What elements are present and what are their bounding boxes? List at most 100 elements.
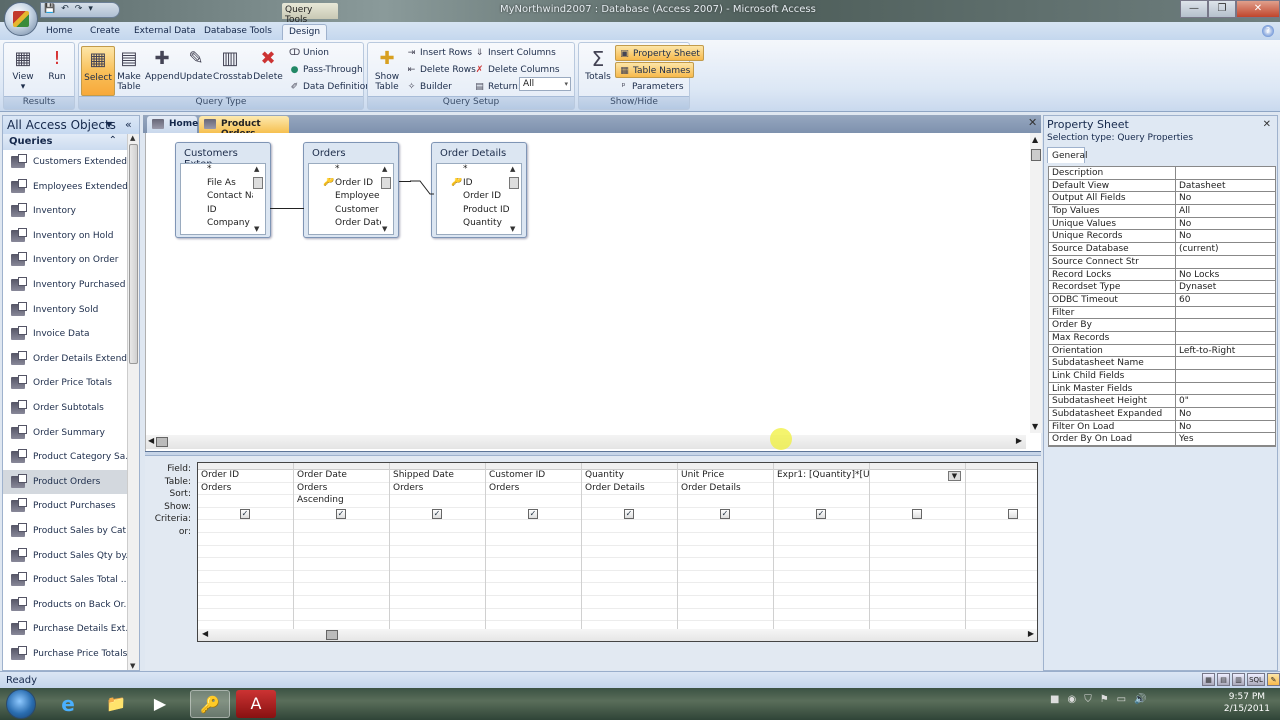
empty-cell[interactable]: [390, 596, 485, 609]
nav-item-query[interactable]: Inventory on Hold: [3, 224, 127, 249]
property-value[interactable]: Datasheet: [1176, 180, 1275, 192]
criteria-cell[interactable]: [486, 520, 581, 533]
scroll-down-icon[interactable]: ▼: [510, 225, 515, 233]
property-row[interactable]: Orientation Left-to-Right: [1049, 344, 1275, 358]
empty-cell[interactable]: [774, 558, 869, 571]
nav-item-query[interactable]: Employees Extended: [3, 175, 127, 200]
empty-cell[interactable]: [390, 583, 485, 596]
nav-item-query[interactable]: Product Sales Total ...: [3, 568, 127, 593]
make-table-button[interactable]: ▤ Make Table: [115, 46, 143, 96]
customize-qat-icon[interactable]: ▾: [88, 4, 93, 14]
property-row[interactable]: ODBC Timeout 60: [1049, 293, 1275, 307]
empty-cell[interactable]: [870, 571, 965, 584]
criteria-cell[interactable]: [582, 520, 677, 533]
dropdown-button[interactable]: ▼: [948, 471, 961, 481]
scroll-left-icon[interactable]: ◀: [202, 629, 208, 638]
scroll-thumb[interactable]: [129, 144, 138, 364]
show-checkbox[interactable]: ✓: [816, 508, 826, 519]
nav-item-query[interactable]: Products on Back Or...: [3, 593, 127, 618]
property-row[interactable]: Subdatasheet Name: [1049, 357, 1275, 370]
property-value[interactable]: 0": [1176, 395, 1275, 407]
scroll-up-icon[interactable]: ▲: [130, 134, 135, 142]
property-value[interactable]: No: [1176, 230, 1275, 242]
taskbar-internet-explorer-icon[interactable]: e: [48, 690, 88, 718]
empty-cell[interactable]: [966, 558, 1037, 571]
property-row[interactable]: Filter On Load No: [1049, 420, 1275, 434]
field-cell[interactable]: Shipped Date: [390, 470, 485, 483]
empty-cell[interactable]: [870, 546, 965, 559]
property-row[interactable]: Order By On Load Yes: [1049, 433, 1275, 447]
property-value[interactable]: Yes: [1176, 433, 1275, 445]
property-value[interactable]: [1176, 307, 1275, 319]
taskbar-acrobat-icon[interactable]: A: [236, 690, 276, 718]
property-value[interactable]: [1176, 319, 1275, 331]
or-cell[interactable]: [582, 533, 677, 546]
field-list-scrollbar[interactable]: ▲ ▼: [381, 165, 392, 233]
append-button[interactable]: ✚ Append: [145, 46, 180, 96]
maximize-button[interactable]: ❐: [1208, 0, 1236, 18]
collapse-group-icon[interactable]: ⌃: [109, 135, 117, 146]
scroll-down-icon[interactable]: ▼: [1032, 422, 1038, 431]
field-cell[interactable]: Customer ID: [486, 470, 581, 483]
property-row[interactable]: Record Locks No Locks: [1049, 268, 1275, 282]
collapse-pane-icon[interactable]: «: [125, 118, 132, 131]
select-query-button[interactable]: ▦ Select: [81, 46, 115, 96]
close-button[interactable]: ✕: [1236, 0, 1280, 18]
field-item[interactable]: *: [309, 164, 381, 178]
show-checkbox[interactable]: ✓: [432, 508, 442, 519]
run-button[interactable]: ! Run: [40, 46, 74, 96]
field-item[interactable]: 🔑 Order ID: [309, 178, 381, 192]
sort-cell[interactable]: [486, 495, 581, 508]
property-value[interactable]: [1176, 332, 1275, 344]
empty-cell[interactable]: [390, 546, 485, 559]
nav-item-query[interactable]: Order Price Totals: [3, 371, 127, 396]
nav-item-query[interactable]: Product Orders: [3, 469, 127, 495]
doc-tab-product-orders[interactable]: Product Orders: [199, 116, 289, 139]
property-row[interactable]: Output All Fields No: [1049, 192, 1275, 206]
insert-columns-button[interactable]: ⇓ Insert Columns: [474, 45, 556, 61]
nav-item-query[interactable]: Order Summary: [3, 421, 127, 446]
empty-cell[interactable]: [198, 546, 293, 559]
table-cell[interactable]: Orders: [486, 483, 581, 496]
empty-cell[interactable]: [486, 596, 581, 609]
tab-general[interactable]: General: [1047, 147, 1087, 163]
scroll-right-icon[interactable]: ▶: [1016, 436, 1022, 445]
field-cell[interactable]: [966, 470, 1037, 483]
empty-cell[interactable]: [390, 558, 485, 571]
empty-cell[interactable]: [582, 558, 677, 571]
field-item[interactable]: Order Date: [309, 218, 381, 232]
scroll-down-icon[interactable]: ▼: [130, 662, 135, 670]
close-icon[interactable]: ✕: [1263, 119, 1271, 130]
table-cell[interactable]: Order Details: [582, 483, 677, 496]
empty-cell[interactable]: [870, 558, 965, 571]
empty-cell[interactable]: [198, 571, 293, 584]
sort-cell[interactable]: [678, 495, 773, 508]
empty-cell[interactable]: [678, 546, 773, 559]
sort-cell[interactable]: [198, 495, 293, 508]
empty-cell[interactable]: [486, 546, 581, 559]
scroll-up-icon[interactable]: ▲: [1032, 135, 1038, 144]
empty-cell[interactable]: [582, 596, 677, 609]
table-names-button[interactable]: ▦ Table Names: [615, 62, 695, 78]
sql-view-icon[interactable]: SQL: [1247, 673, 1265, 686]
scroll-thumb[interactable]: [156, 437, 168, 447]
field-cell[interactable]: Order ID: [198, 470, 293, 483]
column-selector[interactable]: [870, 463, 965, 470]
field-cell[interactable]: Expr1: [Quantity]*[Unit P: [774, 470, 869, 483]
property-row[interactable]: Top Values All: [1049, 205, 1275, 218]
redo-icon[interactable]: ↷: [75, 4, 83, 14]
design-view-icon[interactable]: ✎: [1267, 673, 1280, 686]
table-cell[interactable]: [870, 483, 965, 496]
empty-cell[interactable]: [198, 596, 293, 609]
empty-cell[interactable]: [774, 583, 869, 596]
column-selector[interactable]: [678, 463, 773, 470]
empty-cell[interactable]: [870, 609, 965, 622]
tab-home[interactable]: Home: [40, 24, 79, 38]
empty-cell[interactable]: [198, 583, 293, 596]
table-field-list[interactable]: Order Details * 🔑 ID Order ID Product ID Quant…: [431, 142, 527, 238]
clock[interactable]: 9:57 PM 2/15/2011: [1224, 691, 1270, 715]
empty-cell[interactable]: [774, 609, 869, 622]
insert-rows-button[interactable]: ⇥ Insert Rows: [406, 45, 472, 61]
field-item[interactable]: Product ID: [437, 205, 509, 219]
view-button[interactable]: ▦ View ▾: [6, 46, 40, 96]
